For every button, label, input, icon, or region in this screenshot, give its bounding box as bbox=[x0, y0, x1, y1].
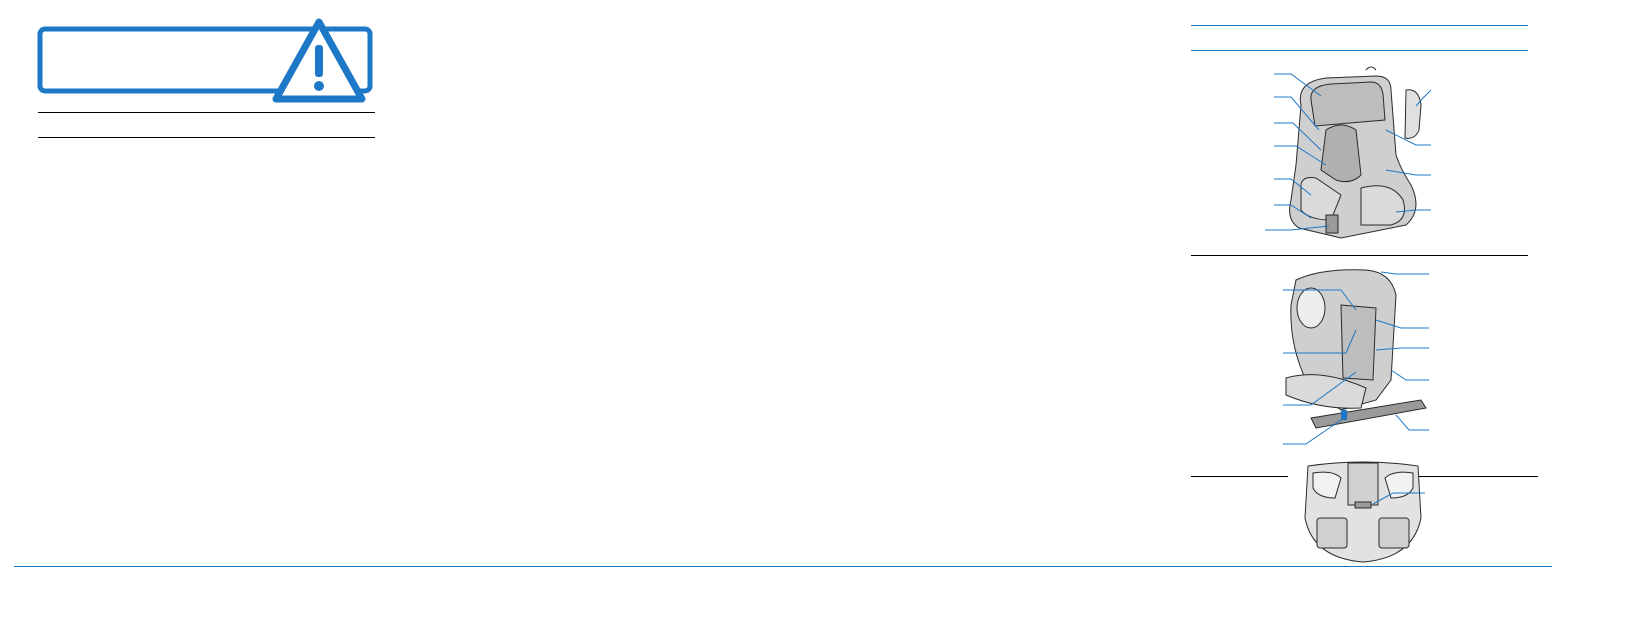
cushion-illustration bbox=[1304, 461, 1422, 563]
section-rule-bottom bbox=[38, 137, 375, 138]
car-seat-rear-diagram bbox=[1191, 260, 1531, 460]
warning-triangle-icon bbox=[272, 18, 366, 103]
car-seat-front-diagram bbox=[1191, 60, 1531, 260]
diagram-divider bbox=[1191, 255, 1528, 256]
base-rule-left bbox=[1191, 476, 1288, 477]
right-header-rule-1 bbox=[1191, 25, 1528, 26]
seat-rear-illustration bbox=[1285, 269, 1427, 429]
warning-banner bbox=[34, 18, 384, 104]
seat-cushion-diagram bbox=[1293, 458, 1433, 568]
seat-front-illustration bbox=[1289, 66, 1422, 239]
section-rule-top bbox=[38, 112, 375, 113]
right-header-rule-2 bbox=[1191, 50, 1528, 51]
footer-rule bbox=[14, 566, 1552, 567]
warning-banner-graphic bbox=[37, 18, 373, 103]
